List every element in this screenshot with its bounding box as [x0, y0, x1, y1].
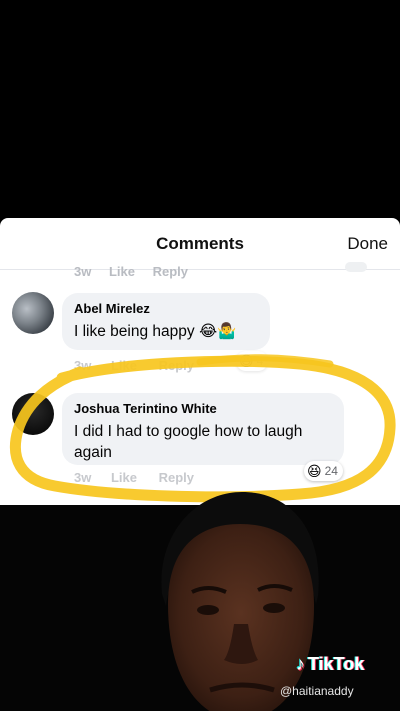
previous-comment-time: 3w [74, 264, 92, 279]
previous-comment-meta: 3w Like Reply [74, 264, 202, 279]
like-button[interactable]: Like [111, 358, 137, 373]
reaction-badge[interactable]: 😆 24 [304, 461, 343, 481]
comment-actions: 3w Like Reply [74, 470, 212, 485]
reply-button[interactable]: Reply [159, 358, 194, 373]
laugh-reaction-icon: 😆 [307, 463, 322, 479]
reaction-badge[interactable]: 😆 4 [236, 351, 269, 371]
avatar[interactable] [12, 393, 54, 435]
page-title: Comments [156, 234, 244, 253]
reply-button[interactable]: Reply [159, 470, 194, 485]
video-frame: Comments Done 3w Like Reply Abel Mirelez… [0, 0, 400, 711]
comment-actions: 3w Like Reply [74, 358, 212, 373]
previous-comment-reactions [345, 262, 367, 272]
comment-author[interactable]: Abel Mirelez [74, 301, 258, 316]
avatar[interactable] [12, 292, 54, 334]
comment-author[interactable]: Joshua Terintino White [74, 401, 332, 416]
tiktok-wordmark: TikTok [308, 653, 365, 674]
reaction-count: 24 [324, 464, 338, 478]
previous-comment-like[interactable]: Like [109, 264, 135, 279]
comment-time: 3w [74, 358, 92, 373]
comment-text: I like being happy 😂🤷‍♂️ [74, 323, 237, 340]
comment-time: 3w [74, 470, 92, 485]
like-button[interactable]: Like [111, 470, 137, 485]
laugh-reaction-icon: 😆 [239, 353, 254, 369]
tiktok-handle: @haitianaddy [280, 684, 354, 698]
tiktok-note-icon: ♪ [296, 653, 305, 674]
comments-header: Comments Done [0, 218, 400, 270]
comment-bubble: Joshua Terintino White I did I had to go… [62, 393, 344, 465]
tiktok-logo: ♪ TikTok [296, 652, 392, 676]
previous-comment-reply[interactable]: Reply [153, 264, 188, 279]
done-button[interactable]: Done [347, 234, 388, 254]
person-image [161, 492, 319, 711]
comment-bubble: Abel Mirelez I like being happy 😂🤷‍♂️ [62, 293, 270, 350]
reaction-count: 4 [256, 354, 264, 368]
comment-text: I did I had to google how to laugh again [74, 423, 303, 461]
